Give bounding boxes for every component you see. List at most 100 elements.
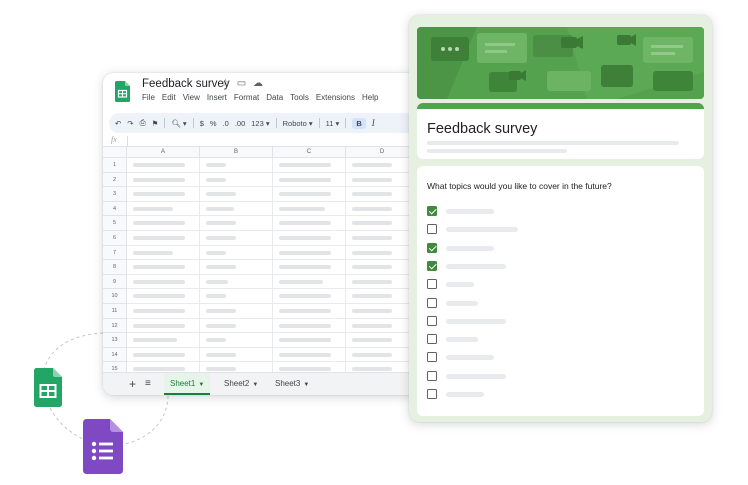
row-header[interactable]: 13 xyxy=(103,333,127,348)
grid-cell[interactable] xyxy=(200,347,273,363)
checkbox-unchecked[interactable] xyxy=(427,224,437,235)
grid-cell[interactable] xyxy=(273,303,346,319)
row-header[interactable]: 9 xyxy=(103,274,127,290)
checkbox-unchecked[interactable] xyxy=(427,334,437,345)
row-header[interactable]: 1 xyxy=(103,158,127,173)
paint-format-icon[interactable]: ⚑ xyxy=(152,119,159,128)
grid-cell[interactable] xyxy=(200,303,273,319)
column-header[interactable]: C xyxy=(273,147,346,158)
row-header[interactable]: 4 xyxy=(103,201,127,217)
grid-cell[interactable] xyxy=(273,318,346,334)
row-header[interactable]: 2 xyxy=(103,172,127,188)
column-header[interactable]: A xyxy=(127,147,200,158)
menu-extensions[interactable]: Extensions xyxy=(316,93,355,102)
doc-title[interactable]: Feedback survey xyxy=(142,78,230,90)
bold-button[interactable]: B xyxy=(352,117,366,129)
row-header[interactable]: 8 xyxy=(103,260,127,275)
number-format-dropdown[interactable]: 123 ▾ xyxy=(251,119,269,128)
checkbox-option[interactable] xyxy=(427,242,627,255)
percent-format-button[interactable]: % xyxy=(210,119,217,128)
menu-tools[interactable]: Tools xyxy=(290,93,309,102)
checkbox-unchecked[interactable] xyxy=(427,279,437,290)
grid-cell[interactable] xyxy=(273,289,346,304)
grid-cell[interactable] xyxy=(127,216,200,231)
checkbox-option[interactable] xyxy=(427,279,627,291)
grid-cell[interactable] xyxy=(127,333,200,348)
increase-decimal-button[interactable]: .00 xyxy=(235,119,245,128)
checkbox-option[interactable] xyxy=(427,206,627,218)
column-header[interactable]: B xyxy=(200,147,273,158)
italic-button[interactable]: I xyxy=(372,118,375,128)
menu-help[interactable]: Help xyxy=(362,93,378,102)
zoom-dropdown[interactable]: 🔍︎ ▾ xyxy=(171,119,186,128)
print-icon[interactable]: ⎙ xyxy=(140,118,146,128)
form-title[interactable]: Feedback survey xyxy=(427,121,537,137)
grid-cell[interactable] xyxy=(127,289,200,304)
font-size-dropdown[interactable]: 11 ▾ xyxy=(326,119,340,128)
checkbox-option[interactable] xyxy=(427,334,627,346)
checkbox-option[interactable] xyxy=(427,297,627,310)
row-header[interactable]: 5 xyxy=(103,216,127,231)
menu-view[interactable]: View xyxy=(183,93,200,102)
menu-file[interactable]: File xyxy=(142,93,155,102)
font-dropdown[interactable]: Roboto ▾ xyxy=(283,119,313,128)
checkbox-unchecked[interactable] xyxy=(427,352,437,363)
menu-format[interactable]: Format xyxy=(234,93,259,102)
grid-cell[interactable] xyxy=(273,274,346,290)
grid-cell[interactable] xyxy=(127,274,200,290)
checkbox-checked[interactable] xyxy=(427,206,437,216)
row-header[interactable]: 11 xyxy=(103,303,127,319)
grid-cell[interactable] xyxy=(127,260,200,275)
all-sheets-button[interactable]: ≡ xyxy=(145,378,151,389)
grid-cell[interactable] xyxy=(200,187,273,202)
grid-cell[interactable] xyxy=(273,172,346,188)
grid-cell[interactable] xyxy=(273,333,346,348)
currency-format-button[interactable]: $ xyxy=(200,119,204,128)
grid-cell[interactable] xyxy=(273,187,346,202)
tab-sheet1[interactable]: Sheet1 ▼ xyxy=(164,373,211,395)
grid-cell[interactable] xyxy=(200,274,273,290)
checkbox-option[interactable] xyxy=(427,352,627,364)
checkbox-unchecked[interactable] xyxy=(427,389,437,399)
grid-cell[interactable] xyxy=(127,347,200,363)
tab-sheet3[interactable]: Sheet3 ▼ xyxy=(275,373,309,395)
row-header[interactable]: 12 xyxy=(103,318,127,334)
grid-cell[interactable] xyxy=(127,172,200,188)
checkbox-option[interactable] xyxy=(427,224,627,236)
grid-cell[interactable] xyxy=(200,216,273,231)
undo-icon[interactable]: ↶ xyxy=(115,119,121,128)
row-header[interactable]: 14 xyxy=(103,347,127,363)
grid-cell[interactable] xyxy=(127,158,200,173)
grid-cell[interactable] xyxy=(127,201,200,217)
checkbox-checked[interactable] xyxy=(427,242,437,253)
menu-edit[interactable]: Edit xyxy=(162,93,176,102)
checkbox-unchecked[interactable] xyxy=(427,297,437,308)
grid-cell[interactable] xyxy=(200,172,273,188)
sheets-logo-icon[interactable] xyxy=(115,81,130,102)
redo-icon[interactable]: ↷ xyxy=(127,119,133,128)
checkbox-unchecked[interactable] xyxy=(427,315,437,326)
decrease-decimal-button[interactable]: .0 xyxy=(223,119,229,128)
grid-cell[interactable] xyxy=(273,230,346,246)
formula-bar[interactable]: fx xyxy=(103,135,433,147)
grid-cell[interactable] xyxy=(273,245,346,261)
grid-cell[interactable] xyxy=(200,201,273,217)
grid-cell[interactable] xyxy=(200,230,273,246)
checkbox-checked[interactable] xyxy=(427,260,437,271)
grid-cell[interactable] xyxy=(127,230,200,246)
grid-cell[interactable] xyxy=(127,318,200,334)
grid-cell[interactable] xyxy=(200,260,273,275)
row-header[interactable]: 10 xyxy=(103,289,127,304)
grid-cell[interactable] xyxy=(127,245,200,261)
grid-cell[interactable] xyxy=(200,245,273,261)
grid-cell[interactable] xyxy=(273,158,346,173)
select-all-corner[interactable] xyxy=(103,147,127,158)
grid-cell[interactable] xyxy=(200,158,273,173)
grid-cell[interactable] xyxy=(200,318,273,334)
menu-data[interactable]: Data xyxy=(266,93,283,102)
row-header[interactable]: 6 xyxy=(103,230,127,246)
row-header[interactable]: 7 xyxy=(103,245,127,261)
tab-sheet2[interactable]: Sheet2 ▼ xyxy=(224,373,258,395)
checkbox-option[interactable] xyxy=(427,260,627,273)
grid-cell[interactable] xyxy=(273,201,346,217)
